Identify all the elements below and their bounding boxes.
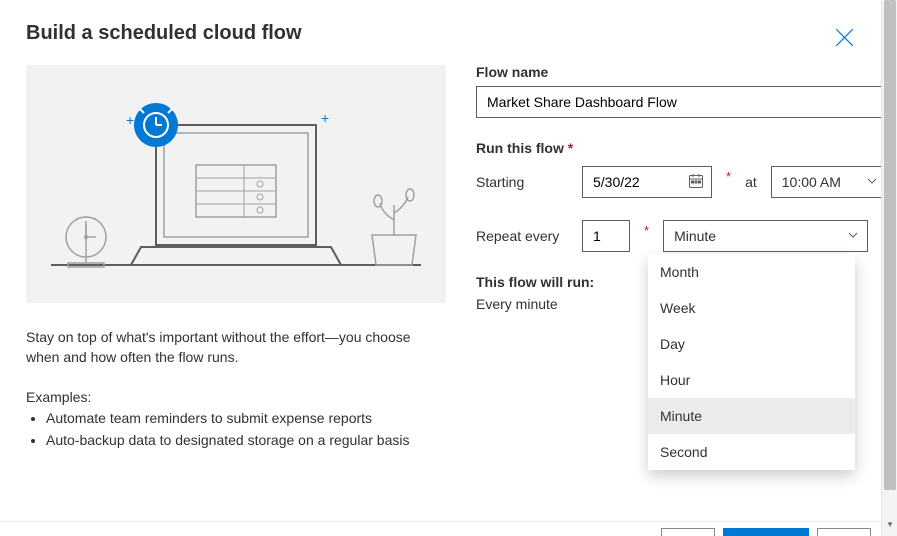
dropdown-option-minute[interactable]: Minute [648,398,855,434]
svg-text:+: + [321,110,329,126]
description-text: Stay on top of what's important without … [26,327,446,367]
dialog-title: Build a scheduled cloud flow [26,22,446,45]
dropdown-option-second[interactable]: Second [648,434,855,470]
repeat-unit-dropdown: Month Week Day Hour Minute Second [648,254,855,470]
run-label: Run this flow [476,140,887,156]
starting-label: Starting [476,174,568,190]
illustration: + + [26,65,446,303]
example-item: Auto-backup data to designated storage o… [46,429,446,451]
repeat-unit-value: Minute [674,228,716,244]
repeat-row: Repeat every * Minute * Month Week Day H… [476,220,887,252]
at-label: at [745,174,757,190]
svg-text:+: + [126,112,134,128]
dropdown-option-hour[interactable]: Hour [648,362,855,398]
required-asterisk: * [644,223,649,238]
bottom-button-row [661,528,871,536]
starting-time-select[interactable]: 10:00 AM [771,166,887,198]
dialog-container: Build a scheduled cloud flow [0,0,880,473]
examples-label: Examples: [26,389,446,405]
dropdown-option-month[interactable]: Month [648,254,855,290]
repeat-label: Repeat every [476,228,568,244]
scrollbar-thumb[interactable] [884,0,896,490]
example-item: Automate team reminders to submit expens… [46,407,446,429]
vertical-scrollbar[interactable]: ▾ [881,0,897,536]
dropdown-option-day[interactable]: Day [648,326,855,362]
scrollbar-down-arrow[interactable]: ▾ [882,516,897,532]
examples-list: Automate team reminders to submit expens… [26,407,446,451]
repeat-count-input[interactable] [582,220,630,252]
close-icon [835,28,854,47]
date-input-wrap [582,166,712,198]
dropdown-option-week[interactable]: Week [648,290,855,326]
secondary-button[interactable] [661,528,715,536]
left-column: Build a scheduled cloud flow [26,22,446,451]
starting-time-value: 10:00 AM [782,174,841,190]
required-asterisk: * [726,169,731,184]
secondary-button[interactable] [817,528,871,536]
right-column: Flow name Run this flow Starting [476,22,887,451]
starting-date-input[interactable] [582,166,712,198]
flow-name-input[interactable] [476,86,887,118]
close-button[interactable] [835,28,854,50]
chevron-down-icon [866,174,878,190]
repeat-unit-select[interactable]: Minute [663,220,868,252]
primary-button[interactable] [723,528,809,536]
chevron-down-icon [847,228,859,244]
run-section: Run this flow Starting [476,140,887,198]
flow-name-label: Flow name [476,64,887,80]
starting-row: Starting * [476,166,887,198]
bottom-divider [0,521,880,522]
